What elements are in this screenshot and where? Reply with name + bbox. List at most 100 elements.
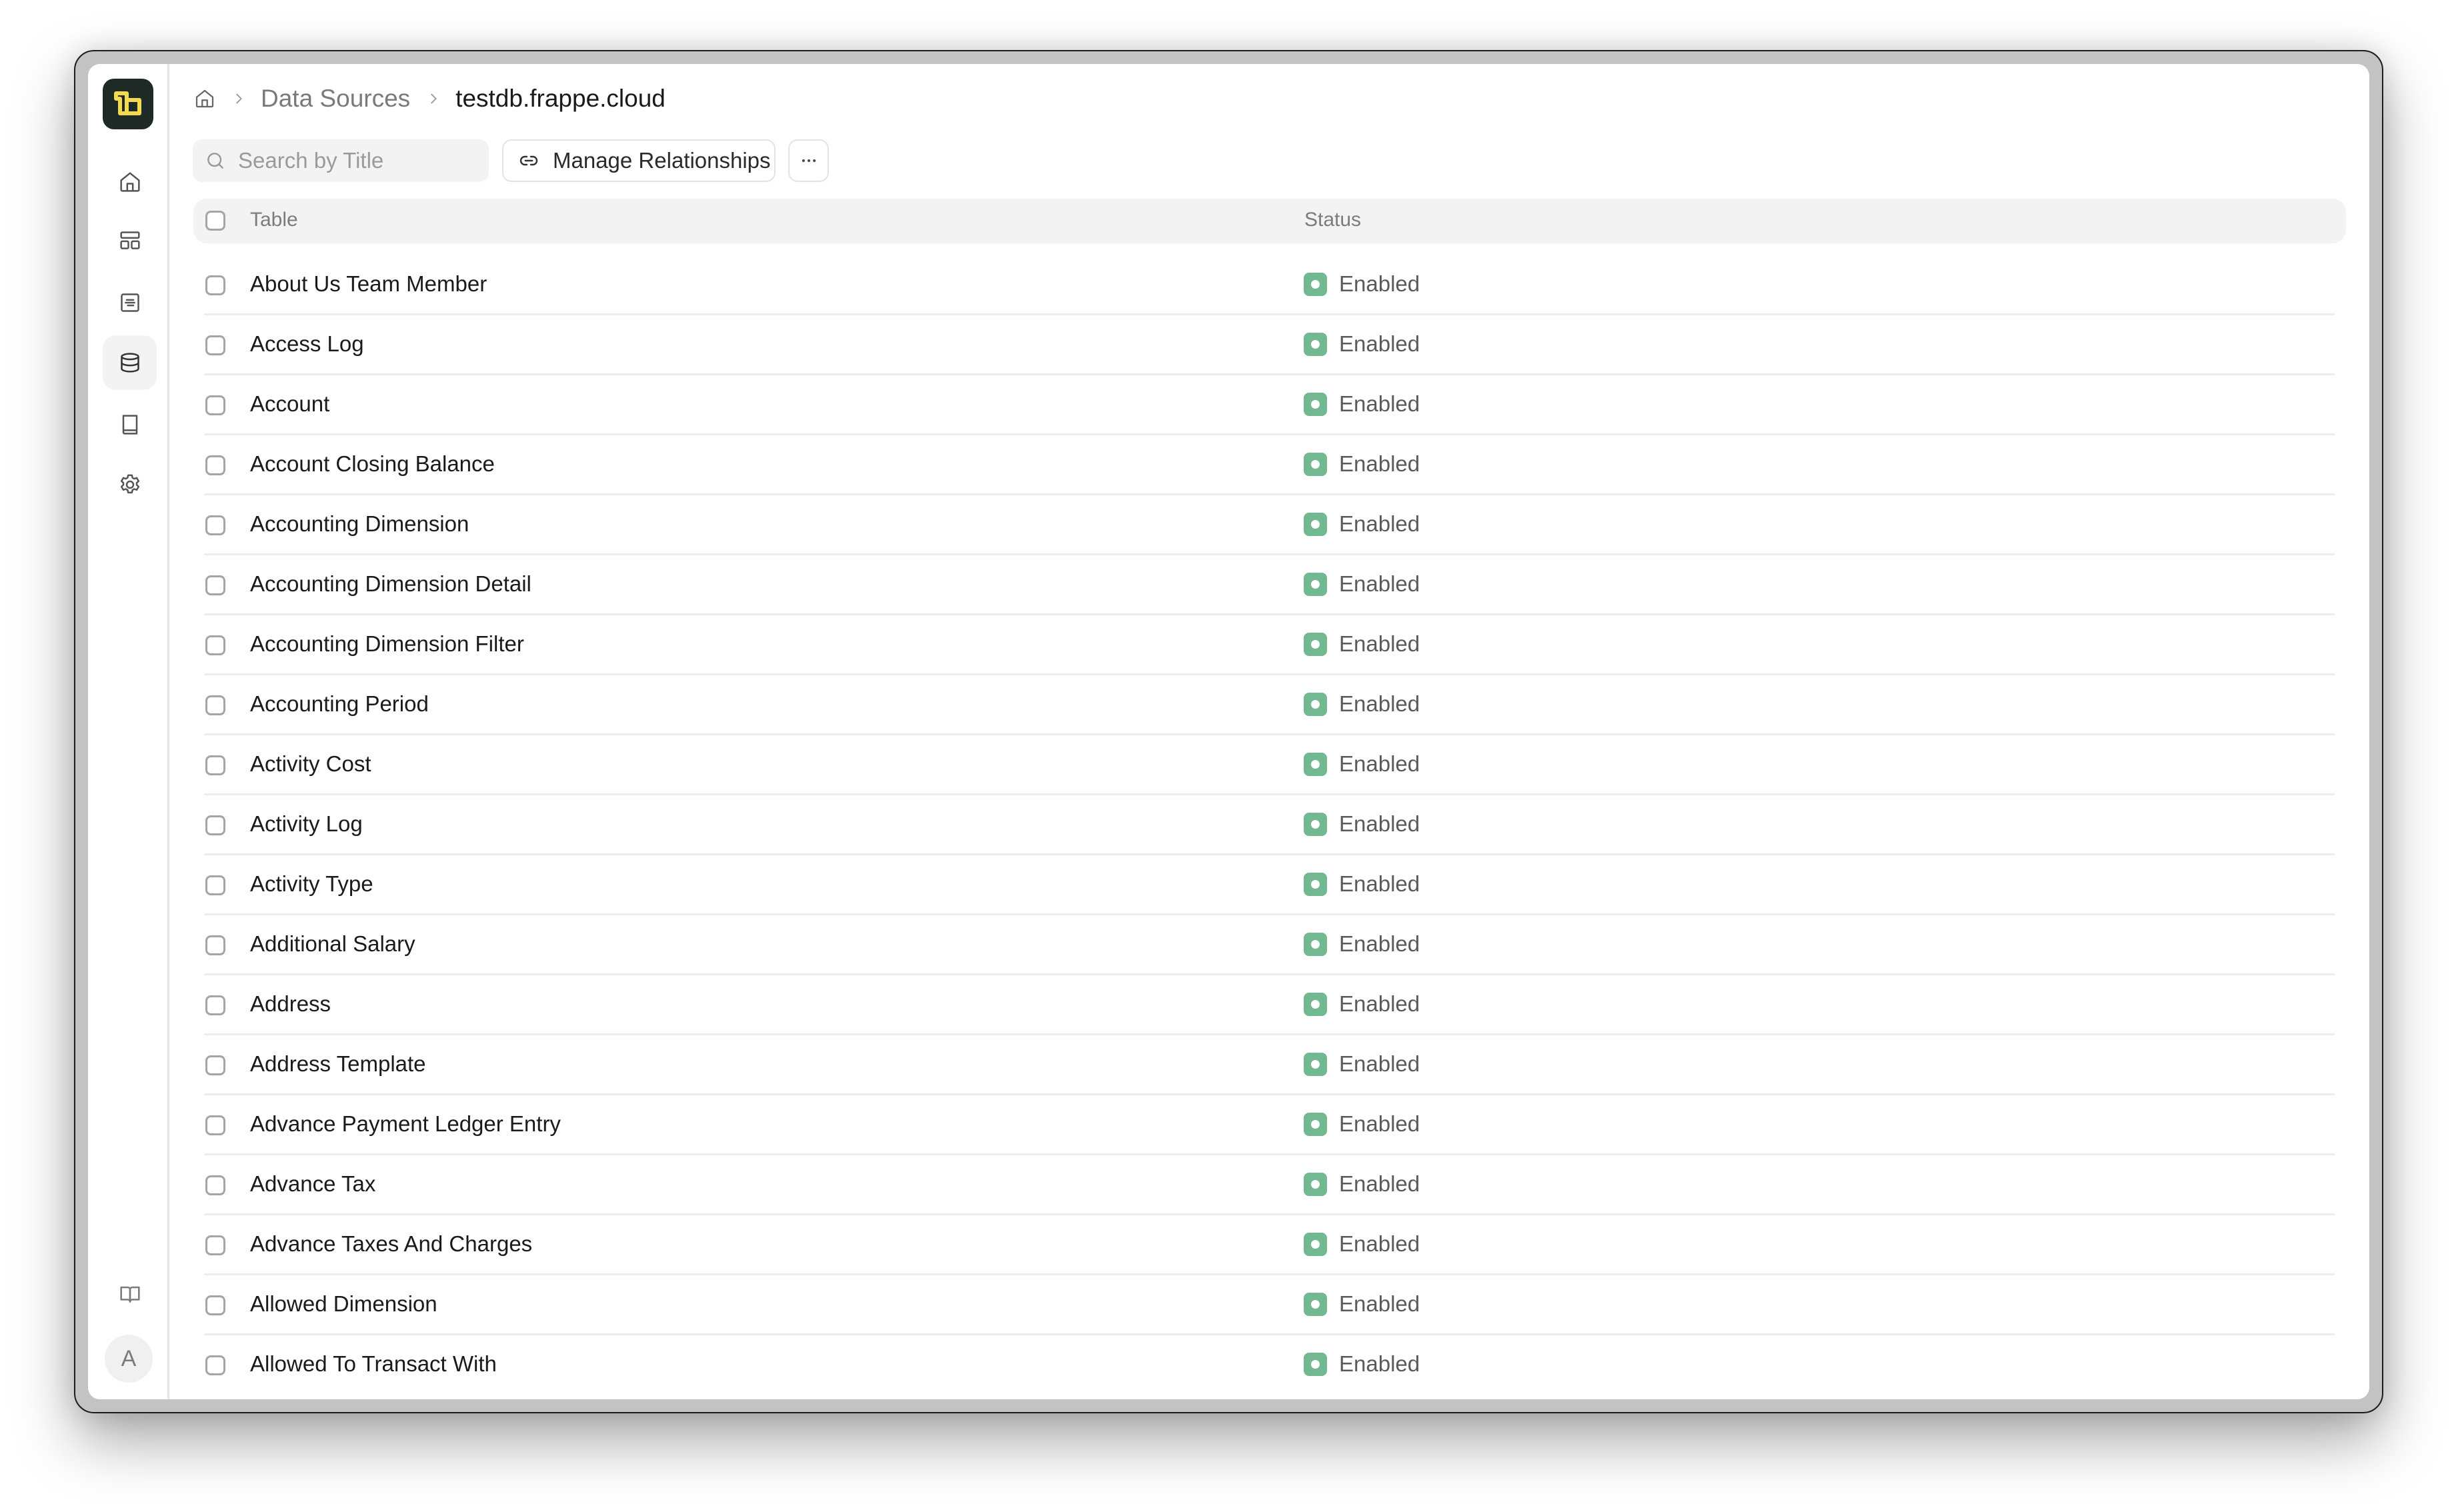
table-row[interactable]: Allowed To Transact With Enabled bbox=[204, 1335, 2335, 1387]
notebook-icon bbox=[120, 293, 139, 312]
table-row[interactable]: Activity Cost Enabled bbox=[204, 735, 2335, 795]
table-name[interactable]: About Us Team Member bbox=[250, 271, 487, 297]
status-badge: Enabled bbox=[1304, 391, 1420, 417]
breadcrumb: Data Sources testdb.frappe.cloud bbox=[193, 83, 666, 115]
status-indicator-icon bbox=[1304, 932, 1327, 956]
manage-relationships-button[interactable]: Manage Relationships bbox=[502, 139, 776, 182]
status-text: Enabled bbox=[1339, 871, 1420, 896]
breadcrumb-current: testdb.frappe.cloud bbox=[455, 85, 666, 112]
status-badge: Enabled bbox=[1304, 1171, 1420, 1197]
status-text: Enabled bbox=[1339, 511, 1420, 536]
table-row[interactable]: Advance Payment Ledger Entry Enabled bbox=[204, 1095, 2335, 1155]
sidebar-item-queries[interactable] bbox=[103, 275, 157, 330]
row-checkbox[interactable] bbox=[205, 875, 225, 895]
table-name[interactable]: Additional Salary bbox=[250, 931, 415, 957]
row-checkbox[interactable] bbox=[205, 335, 225, 355]
status-badge: Enabled bbox=[1304, 1051, 1420, 1077]
table-name[interactable]: Access Log bbox=[250, 331, 364, 357]
row-checkbox[interactable] bbox=[205, 575, 225, 595]
table-name[interactable]: Account bbox=[250, 391, 329, 417]
table-row[interactable]: Additional Salary Enabled bbox=[204, 915, 2335, 975]
column-header-table[interactable]: Table bbox=[250, 209, 298, 231]
gear-icon bbox=[120, 474, 139, 494]
table-name[interactable]: Account Closing Balance bbox=[250, 451, 495, 477]
table-row[interactable]: Accounting Dimension Detail Enabled bbox=[204, 555, 2335, 615]
row-checkbox[interactable] bbox=[205, 1175, 225, 1195]
row-checkbox[interactable] bbox=[205, 1295, 225, 1315]
table-row[interactable]: Accounting Dimension Filter Enabled bbox=[204, 615, 2335, 675]
table-row[interactable]: Activity Log Enabled bbox=[204, 795, 2335, 855]
status-indicator-icon bbox=[1304, 392, 1327, 416]
table-name[interactable]: Advance Tax bbox=[250, 1171, 375, 1197]
sidebar-item-settings[interactable] bbox=[103, 457, 157, 512]
database-icon bbox=[120, 353, 139, 373]
row-checkbox[interactable] bbox=[205, 275, 225, 295]
row-checkbox[interactable] bbox=[205, 1355, 225, 1375]
row-checkbox[interactable] bbox=[205, 1235, 225, 1255]
more-options-button[interactable] bbox=[788, 139, 829, 182]
table-row[interactable]: Address Enabled bbox=[204, 975, 2335, 1035]
table-name[interactable]: Allowed To Transact With bbox=[250, 1351, 497, 1377]
search-box[interactable] bbox=[193, 139, 489, 182]
row-checkbox[interactable] bbox=[205, 395, 225, 415]
home-icon[interactable] bbox=[193, 87, 217, 111]
table-name[interactable]: Accounting Dimension bbox=[250, 511, 469, 537]
table-row[interactable]: Accounting Dimension Enabled bbox=[204, 495, 2335, 555]
open-book-icon bbox=[119, 1286, 140, 1303]
row-checkbox[interactable] bbox=[205, 635, 225, 655]
table-name[interactable]: Activity Log bbox=[250, 811, 363, 837]
status-indicator-icon bbox=[1304, 632, 1327, 656]
sidebar-item-notebooks[interactable] bbox=[103, 397, 157, 452]
table-name[interactable]: Activity Cost bbox=[250, 751, 371, 777]
table-name[interactable]: Address Template bbox=[250, 1051, 426, 1077]
table-row[interactable]: Allowed Dimension Enabled bbox=[204, 1275, 2335, 1335]
select-all-checkbox[interactable] bbox=[205, 211, 225, 231]
table-row[interactable]: Activity Type Enabled bbox=[204, 855, 2335, 915]
row-checkbox[interactable] bbox=[205, 815, 225, 835]
status-badge: Enabled bbox=[1304, 811, 1420, 837]
row-checkbox[interactable] bbox=[205, 935, 225, 955]
table-row[interactable]: Advance Taxes And Charges Enabled bbox=[204, 1215, 2335, 1275]
table-name[interactable]: Advance Taxes And Charges bbox=[250, 1231, 532, 1257]
ellipsis-icon bbox=[802, 159, 816, 162]
table-name[interactable]: Accounting Dimension Filter bbox=[250, 631, 524, 657]
help-button[interactable] bbox=[103, 1267, 157, 1321]
breadcrumb-data-sources[interactable]: Data Sources bbox=[261, 85, 410, 113]
table-header: Table Status bbox=[193, 199, 2346, 243]
sidebar-item-home[interactable] bbox=[103, 155, 157, 209]
table-row[interactable]: Account Enabled bbox=[204, 375, 2335, 435]
row-checkbox[interactable] bbox=[205, 1115, 225, 1135]
sidebar: A bbox=[88, 64, 169, 1399]
table-row[interactable]: Account Closing Balance Enabled bbox=[204, 435, 2335, 495]
app-logo[interactable] bbox=[103, 79, 153, 129]
table-row[interactable]: Accounting Period Enabled bbox=[204, 675, 2335, 735]
table-name[interactable]: Address bbox=[250, 991, 331, 1017]
row-checkbox[interactable] bbox=[205, 695, 225, 715]
row-checkbox[interactable] bbox=[205, 995, 225, 1015]
status-text: Enabled bbox=[1339, 331, 1420, 356]
status-text: Enabled bbox=[1339, 271, 1420, 296]
table-body[interactable]: About Us Team Member Enabled Access Log Ena… bbox=[193, 255, 2346, 1387]
status-indicator-icon bbox=[1304, 812, 1327, 836]
table-row[interactable]: About Us Team Member Enabled bbox=[204, 255, 2335, 315]
status-badge: Enabled bbox=[1304, 1291, 1420, 1317]
sidebar-item-data-sources[interactable] bbox=[103, 335, 157, 390]
search-input[interactable] bbox=[238, 148, 478, 173]
table-name[interactable]: Allowed Dimension bbox=[250, 1291, 437, 1317]
table-row[interactable]: Advance Tax Enabled bbox=[204, 1155, 2335, 1215]
row-checkbox[interactable] bbox=[205, 515, 225, 535]
column-header-status[interactable]: Status bbox=[1304, 209, 1361, 231]
row-checkbox[interactable] bbox=[205, 455, 225, 475]
table-name[interactable]: Activity Type bbox=[250, 871, 373, 897]
row-checkbox[interactable] bbox=[205, 1055, 225, 1075]
sidebar-item-dashboards[interactable] bbox=[103, 213, 157, 268]
table-name[interactable]: Accounting Dimension Detail bbox=[250, 571, 531, 597]
book-icon bbox=[122, 415, 137, 435]
row-checkbox[interactable] bbox=[205, 755, 225, 775]
table-row[interactable]: Access Log Enabled bbox=[204, 315, 2335, 375]
table-row[interactable]: Address Template Enabled bbox=[204, 1035, 2335, 1095]
table-name[interactable]: Advance Payment Ledger Entry bbox=[250, 1111, 561, 1137]
table-name[interactable]: Accounting Period bbox=[250, 691, 429, 717]
user-avatar[interactable]: A bbox=[105, 1335, 153, 1383]
search-icon bbox=[207, 153, 223, 169]
